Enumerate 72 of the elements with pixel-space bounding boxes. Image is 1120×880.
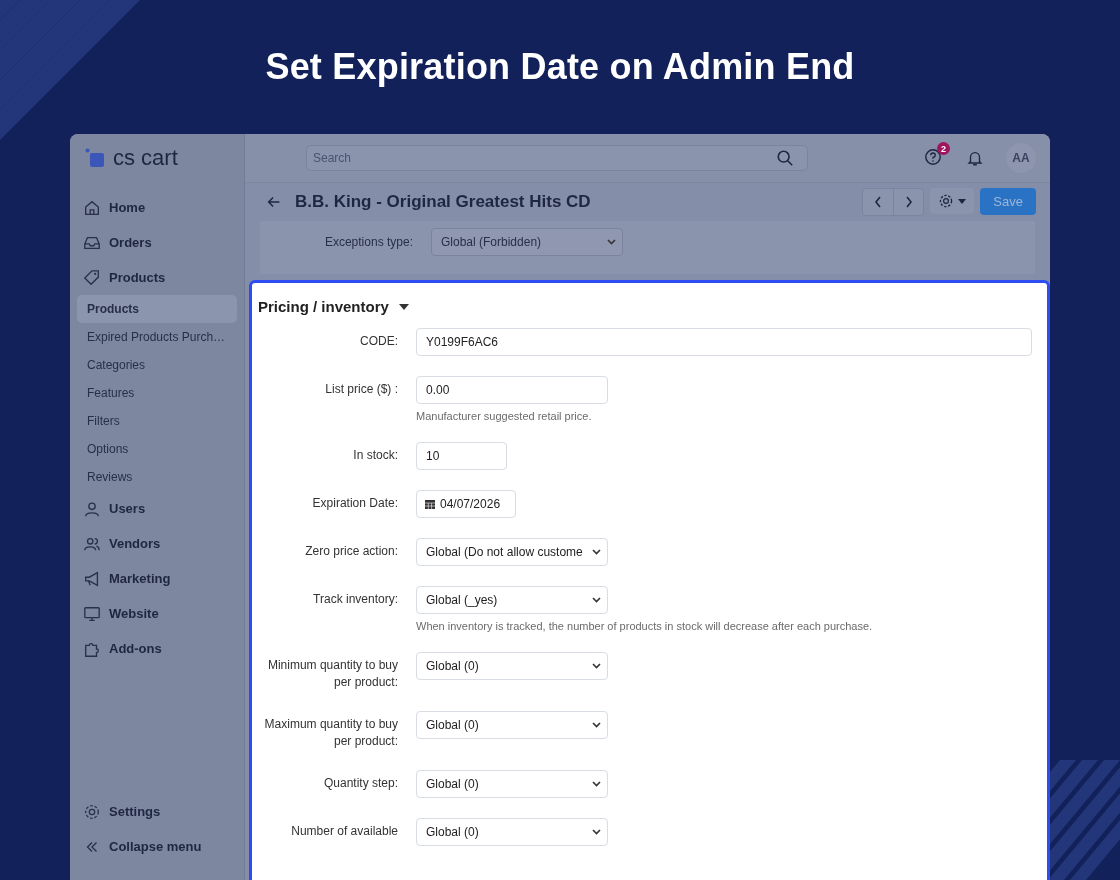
logo-text: cs cart: [113, 145, 178, 171]
hint-text: Manufacturer suggested retail price.: [416, 410, 592, 422]
sidebar-item[interactable]: Marketing: [77, 561, 237, 596]
select-field[interactable]: Global (0): [416, 652, 608, 680]
caret-icon: [958, 198, 967, 204]
field-label: Expiration Date:: [311, 495, 398, 512]
chevron-right-icon: [904, 196, 913, 208]
field-label: CODE:: [359, 333, 398, 350]
select-field[interactable]: Global (0): [416, 770, 608, 798]
chevron-icon: [592, 781, 601, 787]
field-label: Exceptions type:: [323, 234, 413, 251]
user-avatar[interactable]: AA: [1006, 143, 1036, 173]
sidebar-item[interactable]: Products: [77, 260, 237, 295]
sidebar-item[interactable]: Options: [77, 435, 237, 463]
select-field[interactable]: Global (Do not allow custome: [416, 538, 608, 566]
home-icon: [83, 198, 101, 217]
text-field[interactable]: 10: [416, 442, 507, 470]
banner-title: Set Expiration Date on Admin End: [265, 46, 855, 88]
sidebar-item[interactable]: Expired Products Purch…: [77, 323, 237, 351]
bell-icon[interactable]: [966, 149, 984, 167]
field-label: In stock:: [352, 447, 398, 464]
gear-icon: [938, 193, 955, 209]
caret-icon[interactable]: [398, 303, 409, 310]
sidebar-item[interactable]: Categories: [77, 351, 237, 379]
field-label: Track inventory:: [312, 591, 398, 608]
settings-icon: [83, 802, 101, 821]
sidebar-item[interactable]: Website: [77, 596, 237, 631]
monitor-icon: [83, 604, 101, 623]
megaphone-icon: [83, 569, 101, 588]
sidebar-item[interactable]: Collapse menu: [77, 829, 237, 864]
calendar-icon: [425, 499, 435, 509]
chevron-icon: [592, 549, 601, 555]
logo-icon: [85, 148, 105, 168]
sidebar-item[interactable]: Features: [77, 379, 237, 407]
search-field[interactable]: Search: [306, 145, 808, 171]
chevron-icon: [592, 597, 601, 603]
save-button[interactable]: Save: [980, 188, 1036, 215]
notification-badge: 2: [937, 142, 950, 155]
sidebar-item[interactable]: Reviews: [77, 463, 237, 491]
field-label: List price ($) :: [324, 381, 398, 398]
text-field[interactable]: 0.00: [416, 376, 608, 404]
settings-dropdown-button[interactable]: [930, 188, 975, 214]
field-label: Minimum quantity to buy per product:: [266, 657, 398, 691]
chevron-left-icon: [874, 196, 883, 208]
select-field[interactable]: Global (0): [416, 818, 608, 846]
help-icon[interactable]: [924, 148, 942, 166]
field-label: Maximum quantity to buy per product:: [263, 716, 398, 750]
sidebar-item[interactable]: Products: [77, 295, 237, 323]
sidebar-item[interactable]: Users: [77, 491, 237, 526]
chevron-icon: [592, 829, 601, 835]
chevron-icon: [592, 722, 601, 728]
sidebar-item[interactable]: Add-ons: [77, 631, 237, 666]
tag-icon: [83, 268, 101, 287]
sidebar-item[interactable]: Vendors: [77, 526, 237, 561]
search-icon: [776, 149, 794, 167]
sidebar-item[interactable]: Settings: [77, 794, 237, 829]
date-field[interactable]: 04/07/2026: [416, 490, 516, 518]
sidebar-item[interactable]: Home: [77, 190, 237, 225]
select-field[interactable]: Global (_yes): [416, 586, 608, 614]
select-field[interactable]: Global (Forbidden): [431, 228, 623, 256]
field-label: Number of available: [290, 823, 398, 840]
sidebar-item[interactable]: Orders: [77, 225, 237, 260]
field-label: Quantity step:: [322, 775, 398, 792]
page-title: B.B. King - Original Greatest Hits CD: [295, 192, 591, 212]
text-field[interactable]: Y0199F6AC6: [416, 328, 1032, 356]
section-title[interactable]: Pricing / inventory: [258, 298, 389, 315]
hint-text: When inventory is tracked, the number of products in stock will decrease after each purchase.: [416, 620, 873, 632]
sidebar-item[interactable]: Filters: [77, 407, 237, 435]
field-label: Zero price action:: [304, 543, 398, 560]
select-field[interactable]: Global (0): [416, 711, 608, 739]
chevron-icon: [607, 239, 616, 245]
chevron-icon: [592, 663, 601, 669]
